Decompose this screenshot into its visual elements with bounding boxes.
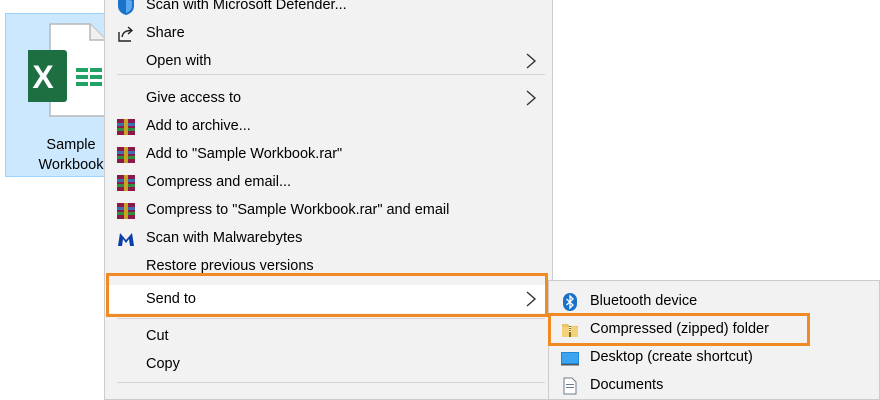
submenu-item-label: Desktop (create shortcut)	[590, 349, 753, 365]
desktop-icon	[561, 352, 579, 366]
winrar-icon	[117, 175, 135, 191]
zip-folder-icon	[562, 324, 578, 337]
menu-item-label: Add to archive...	[146, 118, 251, 134]
menu-item-label: Cut	[146, 328, 169, 344]
submenu-item-desktop-shortcut[interactable]: Desktop (create shortcut)	[549, 343, 879, 371]
menu-item-copy[interactable]: Copy	[105, 350, 552, 378]
menu-item-label: Compress and email...	[146, 174, 292, 190]
menu-item-label: Restore previous versions	[146, 258, 314, 274]
bluetooth-icon	[563, 293, 577, 311]
winrar-icon	[117, 147, 135, 163]
svg-text:X: X	[32, 59, 54, 95]
winrar-icon	[117, 119, 135, 135]
documents-icon	[563, 377, 577, 395]
menu-item-label: Share	[146, 25, 185, 41]
menu-separator	[117, 74, 545, 75]
menu-item-label: Scan with Microsoft Defender...	[146, 0, 347, 13]
menu-item-cut[interactable]: Cut	[105, 322, 552, 350]
menu-item-label: Add to "Sample Workbook.rar"	[146, 146, 343, 162]
chevron-right-icon	[526, 90, 537, 106]
send-to-submenu: Bluetooth device Compressed (zipped) fol…	[548, 280, 880, 400]
menu-separator	[117, 318, 545, 319]
menu-separator	[117, 382, 545, 383]
submenu-item-label: Compressed (zipped) folder	[590, 321, 769, 337]
menu-item-scan-malwarebytes[interactable]: Scan with Malwarebytes	[105, 224, 552, 252]
menu-item-compress-email[interactable]: Compress and email...	[105, 168, 552, 196]
excel-file-icon: X	[28, 23, 107, 117]
chevron-right-icon	[526, 291, 537, 307]
menu-item-scan-defender[interactable]: Scan with Microsoft Defender...	[105, 0, 552, 19]
malwarebytes-icon	[118, 233, 134, 246]
menu-item-label: Compress to "Sample Workbook.rar" and em…	[146, 202, 450, 218]
menu-item-label: Open with	[146, 53, 212, 69]
menu-item-add-to-rar[interactable]: Add to "Sample Workbook.rar"	[105, 140, 552, 168]
menu-item-label: Scan with Malwarebytes	[146, 230, 303, 246]
defender-shield-icon	[118, 0, 134, 15]
menu-item-share[interactable]: Share	[105, 19, 552, 47]
menu-item-compress-to-rar-email[interactable]: Compress to "Sample Workbook.rar" and em…	[105, 196, 552, 224]
menu-item-give-access[interactable]: Give access to	[105, 84, 552, 112]
submenu-item-bluetooth[interactable]: Bluetooth device	[549, 287, 879, 315]
menu-item-send-to[interactable]: Send to	[105, 285, 552, 313]
chevron-right-icon	[526, 53, 537, 69]
menu-item-open-with[interactable]: Open with	[105, 47, 552, 75]
submenu-item-label: Documents	[590, 377, 664, 393]
submenu-item-label: Bluetooth device	[590, 293, 698, 309]
menu-item-label: Copy	[146, 356, 180, 372]
context-menu: Scan with Microsoft Defender... Share Op…	[104, 0, 553, 400]
menu-item-label: Give access to	[146, 90, 242, 106]
submenu-item-documents[interactable]: Documents	[549, 371, 879, 399]
menu-item-label: Send to	[146, 291, 196, 307]
submenu-item-zip-folder[interactable]: Compressed (zipped) folder	[549, 315, 879, 343]
menu-item-restore-versions[interactable]: Restore previous versions	[105, 252, 552, 280]
menu-item-add-to-archive[interactable]: Add to archive...	[105, 112, 552, 140]
share-icon	[118, 26, 134, 42]
winrar-icon	[117, 203, 135, 219]
